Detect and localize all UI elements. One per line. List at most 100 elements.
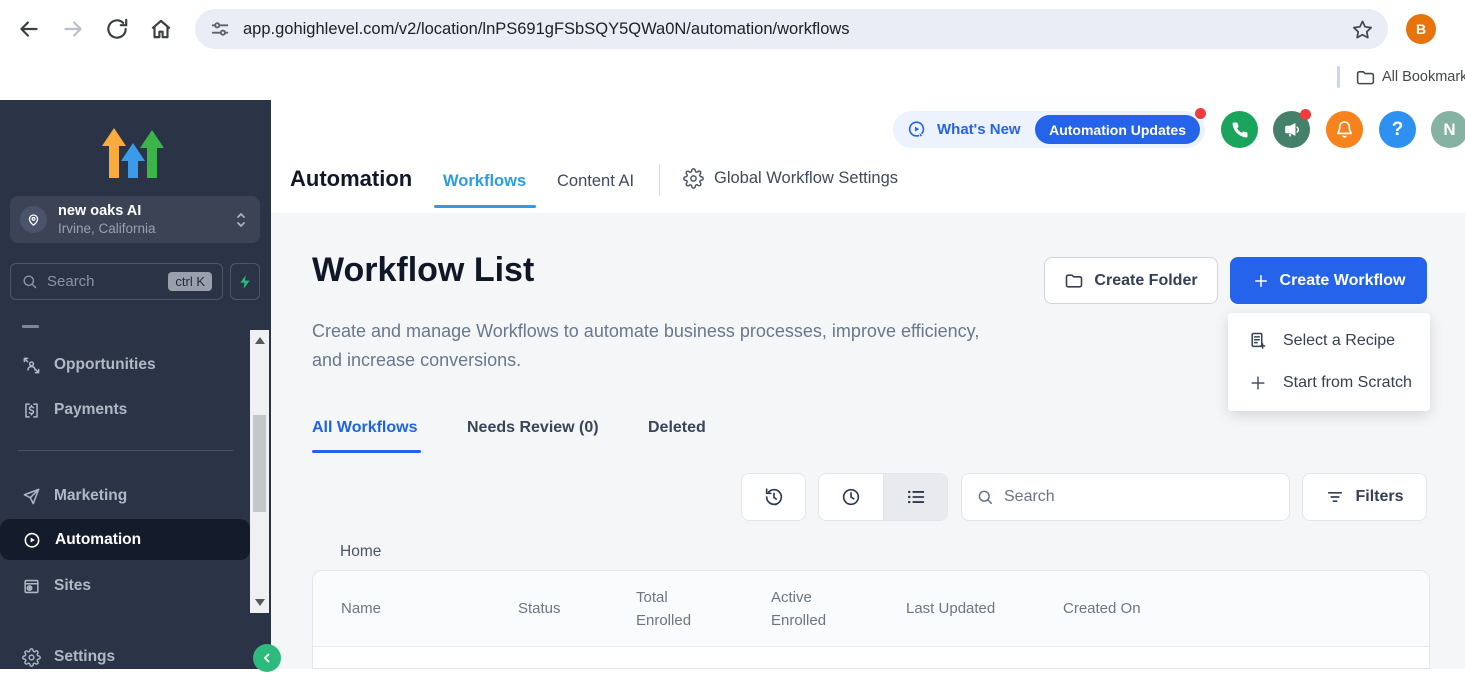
notifications-bell-button[interactable] [1326,111,1363,148]
sidebar-divider [18,450,233,451]
sidebar-scrollbar[interactable] [250,330,269,613]
scrollbar-thumb[interactable] [253,415,266,512]
list-view-button[interactable] [883,474,947,520]
tab-all-workflows[interactable]: All Workflows [312,419,418,437]
time-view-button[interactable] [819,474,883,520]
column-header-created-on: Created On [1063,600,1141,617]
forward-icon[interactable] [60,16,86,42]
plus-icon [1248,373,1268,393]
browser-toolbar: app.gohighlevel.com/v2/location/lnPS691g… [0,0,1465,58]
view-toggle-group [818,473,948,521]
workflow-search[interactable] [961,473,1290,521]
phone-button[interactable] [1221,111,1258,148]
opportunities-icon [22,356,41,375]
payments-icon [22,401,41,420]
back-icon[interactable] [16,16,42,42]
whats-new-label: What's New [937,121,1021,138]
reload-icon[interactable] [104,16,130,42]
settings-gear-icon [22,648,41,667]
filter-icon [1325,487,1345,507]
create-folder-button[interactable]: Create Folder [1044,257,1218,304]
sidebar-item-payments[interactable]: Payments [0,391,250,429]
menu-item-start-from-scratch[interactable]: Start from Scratch [1228,362,1430,404]
sidebar-item-automation[interactable]: Automation [0,519,250,560]
menu-item-label: Start from Scratch [1283,374,1412,392]
active-tab-underline [434,205,536,208]
address-bar[interactable]: app.gohighlevel.com/v2/location/lnPS691g… [195,9,1388,49]
tab-deleted[interactable]: Deleted [648,419,706,437]
browser-profile-avatar[interactable]: B [1406,14,1436,44]
global-workflow-settings-link[interactable]: Global Workflow Settings [683,168,898,189]
sidebar-collapse-button[interactable] [253,644,281,672]
bookmarks-bar: All Bookmarks [0,58,1465,100]
sidebar-item-settings[interactable]: Settings [0,638,250,676]
scrollbar-up-arrow[interactable] [255,337,265,344]
table-body-empty [313,647,1429,669]
tab-workflows[interactable]: Workflows [443,172,526,191]
tab-content-ai[interactable]: Content AI [557,172,634,191]
sidebar: new oaks AI Irvine, California ctrl K Op… [0,100,271,669]
column-header-active-enrolled: Active Enrolled [771,586,906,632]
filters-label: Filters [1355,488,1403,506]
sidebar-item-label: Sites [54,577,91,595]
workflow-list-page: Workflow List Create and manage Workflow… [271,213,1465,669]
sites-icon [22,577,41,596]
sidebar-item-sites[interactable]: Sites [0,567,250,605]
table-header-row: Name Status Total Enrolled Active Enroll… [313,571,1429,647]
sidebar-item-label: Marketing [54,487,127,505]
search-icon [976,488,994,506]
gohighlevel-logo-icon [100,126,170,180]
ctrl-k-shortcut-badge: ctrl K [168,272,212,291]
quick-actions-button[interactable] [230,263,260,300]
whats-new-icon [906,119,928,141]
gear-icon [683,168,704,189]
menu-item-label: Select a Recipe [1283,332,1395,350]
filters-button[interactable]: Filters [1302,473,1427,521]
location-pin-icon [20,206,47,233]
page-title: Workflow List [312,251,534,290]
sidebar-search[interactable]: ctrl K [10,263,223,300]
notification-dot [1300,109,1311,120]
bookmarks-folder-icon[interactable] [1355,67,1376,88]
active-subtab-underline [312,450,421,453]
column-header-name: Name [341,600,518,617]
scrollbar-down-arrow[interactable] [255,599,265,606]
site-settings-icon[interactable] [209,18,231,40]
bookmark-star-icon[interactable] [1351,18,1374,41]
location-city: Irvine, California [58,220,232,237]
sidebar-search-input[interactable] [47,273,147,290]
header-divider [659,164,660,196]
whats-new-pill[interactable]: What's New Automation Updates [893,111,1205,148]
sidebar-item-label: Settings [54,648,115,666]
marketing-icon [22,487,41,506]
sidebar-item-label: Payments [54,401,127,419]
tab-needs-review[interactable]: Needs Review (0) [467,419,599,437]
sidebar-item-marketing[interactable]: Marketing [0,477,250,515]
menu-item-select-recipe[interactable]: Select a Recipe [1228,320,1430,362]
help-button[interactable]: ? [1379,111,1416,148]
location-switcher[interactable]: new oaks AI Irvine, California [10,196,260,243]
workflow-search-input[interactable] [1004,488,1244,506]
url-text[interactable]: app.gohighlevel.com/v2/location/lnPS691g… [243,20,1351,39]
create-workflow-button[interactable]: Create Workflow [1230,257,1427,304]
notification-dot [1195,108,1206,119]
all-bookmarks-label[interactable]: All Bookmarks [1382,69,1465,85]
page-description: Create and manage Workflows to automate … [312,317,1012,375]
folder-icon [1064,271,1084,291]
search-icon [21,273,38,290]
column-header-total-enrolled: Total Enrolled [636,586,771,632]
recipe-document-icon [1248,331,1268,351]
enrollment-history-button[interactable] [741,473,806,521]
breadcrumb[interactable]: Home [340,543,381,561]
automation-updates-badge[interactable]: Automation Updates [1035,115,1200,144]
bookmarks-divider [1337,66,1340,88]
home-icon[interactable] [148,16,174,42]
create-workflow-menu: Select a Recipe Start from Scratch [1228,313,1430,411]
user-avatar[interactable]: N [1431,111,1465,148]
sidebar-item-label: Opportunities [54,356,156,374]
global-workflow-settings-label: Global Workflow Settings [714,169,898,188]
sidebar-item-opportunities[interactable]: Opportunities [0,346,250,384]
announcements-button[interactable] [1273,111,1310,148]
column-header-last-updated: Last Updated [906,600,1063,617]
section-title: Automation [290,166,412,192]
